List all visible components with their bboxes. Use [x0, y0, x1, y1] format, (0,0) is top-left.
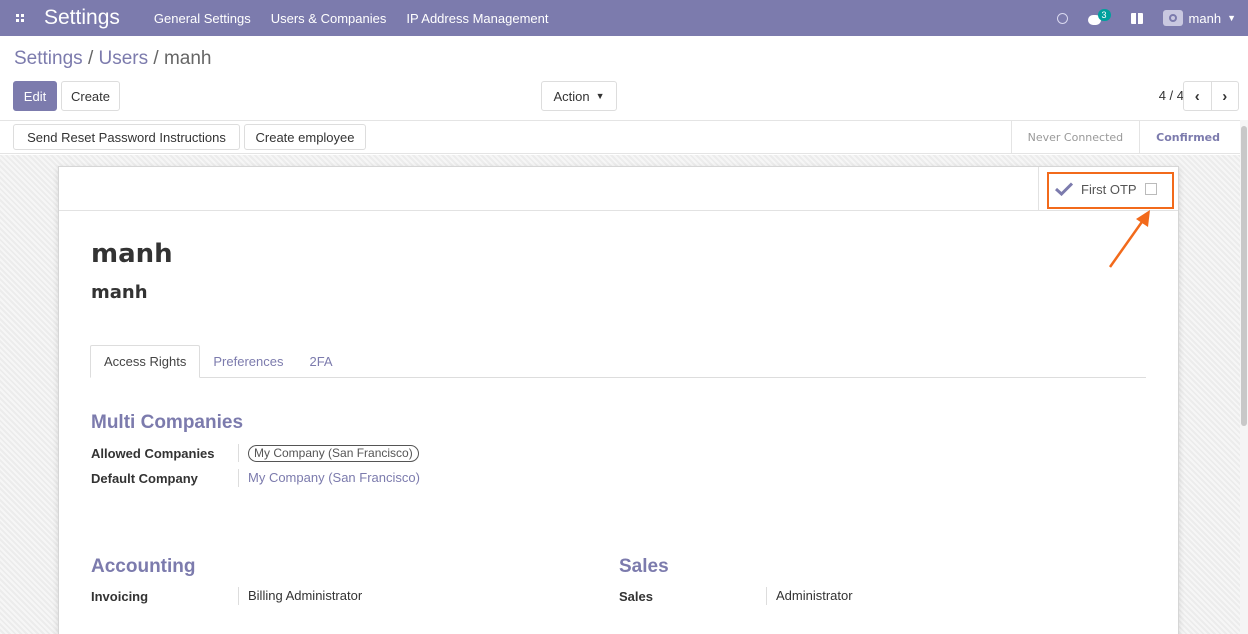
clock-icon[interactable] — [1056, 12, 1068, 24]
edit-button[interactable]: Edit — [13, 81, 57, 111]
scrollbar[interactable] — [1240, 120, 1248, 634]
sales-field[interactable]: Administrator — [766, 587, 853, 605]
user-login-title: manh — [91, 282, 148, 303]
tab-preferences[interactable]: Preferences — [200, 345, 296, 378]
status-never-connected[interactable]: Never Connected — [1010, 121, 1140, 153]
gift-icon[interactable] — [1130, 12, 1143, 24]
app-brand[interactable]: Settings — [44, 6, 120, 30]
invoicing-label: Invoicing — [91, 589, 149, 604]
default-company-field[interactable]: My Company (San Francisco) — [238, 469, 420, 487]
user-name-title: manh — [91, 239, 173, 269]
menu-users-companies[interactable]: Users & Companies — [271, 11, 387, 26]
action-dropdown[interactable]: Action ▼ — [541, 81, 617, 111]
create-button[interactable]: Create — [61, 81, 120, 111]
systray: 3 manh ▼ — [1056, 8, 1248, 26]
user-menu[interactable]: manh ▼ — [1162, 10, 1236, 26]
section-accounting: Accounting — [91, 556, 196, 577]
user-menu-name: manh — [1188, 10, 1222, 26]
caret-down-icon: ▼ — [595, 91, 605, 101]
first-otp-label: First OTP — [1081, 181, 1137, 197]
main-menu: General Settings Users & Companies IP Ad… — [154, 11, 549, 26]
action-label: Action — [553, 88, 590, 104]
tab-2fa[interactable]: 2FA — [296, 345, 345, 378]
invoicing-field[interactable]: Billing Administrator — [238, 587, 362, 605]
breadcrumb-separator: / — [87, 48, 94, 69]
breadcrumb-current: manh — [163, 48, 212, 69]
messaging-menu[interactable]: 3 — [1087, 8, 1111, 25]
pager-value: 4 / 4 — [1158, 88, 1184, 103]
status-steps: Never Connected Confirmed — [1010, 121, 1236, 153]
avatar — [1162, 10, 1183, 26]
pager-next-icon[interactable]: › — [1210, 82, 1239, 110]
menu-general-settings[interactable]: General Settings — [154, 11, 251, 26]
annotation-arrow-icon — [1108, 210, 1150, 268]
breadcrumb-users[interactable]: Users — [99, 48, 149, 69]
top-navbar: Settings General Settings Users & Compan… — [0, 0, 1248, 36]
tab-access-rights[interactable]: Access Rights — [90, 345, 201, 378]
pager-buttons: ‹ › — [1183, 81, 1239, 111]
section-sales: Sales — [619, 556, 669, 577]
breadcrumb: Settings / Users / manh — [14, 48, 212, 70]
default-company-label: Default Company — [91, 471, 198, 486]
allowed-companies-field[interactable]: My Company (San Francisco) — [238, 444, 419, 462]
sales-label: Sales — [619, 589, 653, 604]
status-confirmed[interactable]: Confirmed — [1139, 121, 1236, 153]
smart-button-box: First OTP — [59, 167, 1178, 211]
notebook-tabs: Access Rights Preferences 2FA — [90, 345, 1146, 378]
caret-down-icon: ▼ — [1227, 13, 1236, 23]
scrollbar-thumb[interactable] — [1241, 126, 1247, 426]
allowed-companies-label: Allowed Companies — [91, 446, 215, 461]
pager-previous-icon[interactable]: ‹ — [1184, 82, 1211, 110]
menu-ip-address-management[interactable]: IP Address Management — [406, 11, 548, 26]
default-company-link[interactable]: My Company (San Francisco) — [248, 470, 420, 485]
breadcrumb-settings[interactable]: Settings — [14, 48, 83, 69]
section-multi-companies: Multi Companies — [91, 412, 244, 433]
form-statusbar: Send Reset Password Instructions Create … — [0, 120, 1248, 154]
chat-badge: 3 — [1097, 8, 1111, 21]
company-tag[interactable]: My Company (San Francisco) — [248, 445, 419, 462]
send-reset-password-button[interactable]: Send Reset Password Instructions — [13, 124, 240, 150]
apps-menu-icon[interactable] — [6, 0, 34, 36]
check-icon — [1055, 182, 1073, 196]
breadcrumb-separator: / — [153, 48, 159, 69]
create-employee-button[interactable]: Create employee — [244, 124, 366, 150]
first-otp-checkbox[interactable] — [1144, 183, 1157, 195]
